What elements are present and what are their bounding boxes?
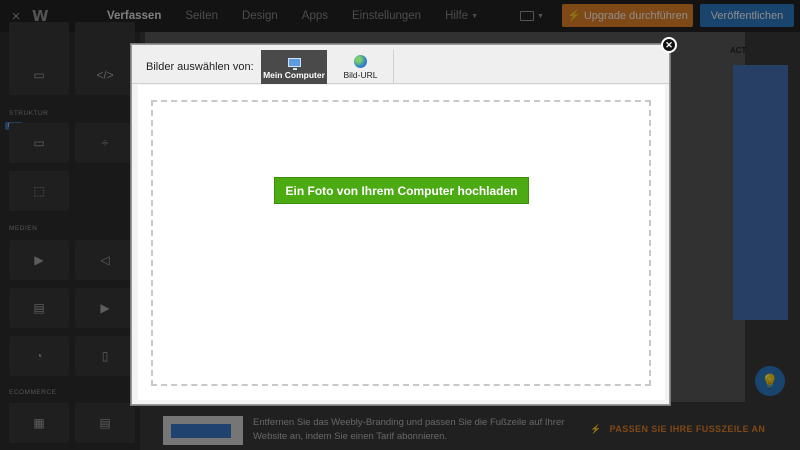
dialog-header: Bilder auswählen von: Mein Computer Bild… [132,45,669,84]
editor-app: × W Verfassen Seiten Design Apps Einstel… [0,0,800,450]
globe-icon [354,55,367,68]
image-select-dialog: Bilder auswählen von: Mein Computer Bild… [131,44,670,405]
tab-bild-url-label: Bild-URL [343,70,378,80]
tab-bild-url[interactable]: Bild-URL [328,50,394,84]
computer-icon [287,58,301,70]
upload-photo-button[interactable]: Ein Foto von Ihrem Computer hochladen [274,177,529,204]
tab-mein-computer[interactable]: Mein Computer [261,50,327,84]
upload-dropzone[interactable]: Ein Foto von Ihrem Computer hochladen [151,100,651,386]
tab-mein-computer-label: Mein Computer [263,70,325,80]
select-source-label: Bilder auswählen von: [146,61,254,73]
dialog-body: Ein Foto von Ihrem Computer hochladen [138,85,665,400]
close-icon[interactable]: ✕ [661,37,677,53]
